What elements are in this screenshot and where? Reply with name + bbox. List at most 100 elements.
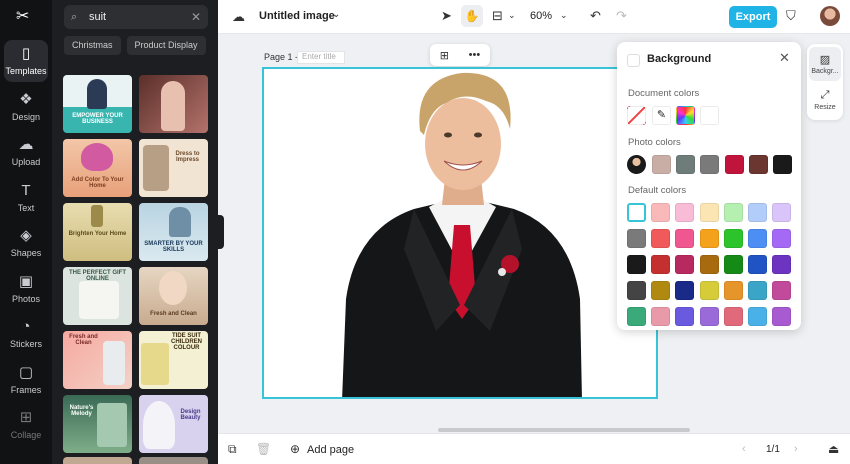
default-color-swatch[interactable] <box>675 281 695 300</box>
template-thumb[interactable]: SMARTER BY YOUR SKILLS <box>139 203 208 261</box>
default-color-swatch[interactable] <box>772 307 792 326</box>
default-color-swatch[interactable] <box>627 307 646 326</box>
template-thumb[interactable] <box>139 457 208 464</box>
default-color-swatch[interactable] <box>627 203 646 222</box>
document-color-swatch[interactable] <box>700 106 719 125</box>
photo-color-swatch[interactable] <box>748 155 768 174</box>
capcut-logo-icon[interactable]: ✂ <box>16 6 36 26</box>
default-color-swatch[interactable] <box>651 229 671 248</box>
default-color-swatch[interactable] <box>748 229 767 248</box>
template-thumb[interactable]: Fresh and Clean <box>63 331 132 389</box>
pages-panel-icon[interactable]: ⏏ <box>828 442 839 456</box>
default-color-swatch[interactable] <box>699 255 719 274</box>
chevron-down-icon[interactable]: ⌄ <box>560 10 568 21</box>
rail-item-text[interactable]: T Text <box>4 177 48 219</box>
color-picker-swatch[interactable] <box>676 106 695 125</box>
rail-item-templates[interactable]: ▯ Templates <box>4 40 48 82</box>
export-button[interactable]: Export <box>729 6 777 28</box>
select-pointer-icon[interactable]: ➤ <box>441 8 452 24</box>
photo-color-swatch[interactable] <box>773 155 792 174</box>
default-color-swatch[interactable] <box>772 229 792 248</box>
dock-item-resize[interactable]: ⤢ Resize <box>809 83 841 117</box>
default-color-swatch[interactable] <box>772 255 792 274</box>
template-thumb[interactable]: EMPOWER YOUR BUSINESS <box>63 75 132 133</box>
default-color-swatch[interactable] <box>699 307 719 326</box>
template-thumb[interactable]: TIDE SUIT CHILDREN COLOUR <box>139 331 208 389</box>
template-thumb[interactable]: Brighten Your Home <box>63 203 132 261</box>
default-color-swatch[interactable] <box>675 203 695 222</box>
no-color-swatch[interactable] <box>627 106 646 125</box>
add-image-icon[interactable]: ⊞ <box>440 49 449 62</box>
document-title[interactable]: Untitled image <box>259 10 335 22</box>
search-input[interactable]: suit <box>89 11 191 23</box>
close-icon[interactable]: ✕ <box>779 50 790 66</box>
default-color-swatch[interactable] <box>748 255 767 274</box>
default-color-swatch[interactable] <box>748 307 767 326</box>
photo-color-swatch[interactable] <box>676 155 696 174</box>
default-color-swatch[interactable] <box>699 281 719 300</box>
rail-item-collage[interactable]: ⊞ Collage <box>4 404 48 446</box>
chip-product-display[interactable]: Product Display <box>126 36 206 55</box>
prev-page-icon[interactable]: ‹ <box>742 443 746 455</box>
default-color-swatch[interactable] <box>627 281 646 300</box>
more-options-icon[interactable]: ••• <box>469 49 481 61</box>
next-page-icon[interactable]: › <box>794 443 798 455</box>
default-color-swatch[interactable] <box>772 281 792 300</box>
rail-item-design[interactable]: ❖ Design <box>4 86 48 128</box>
photo-color-swatch[interactable] <box>652 155 671 174</box>
chevron-down-icon[interactable]: ⌄ <box>332 9 340 20</box>
template-thumb[interactable]: Nature's Melody <box>63 395 132 453</box>
template-search[interactable]: ⌕ suit ✕ <box>64 5 208 29</box>
rail-item-stickers[interactable]: ◔ Stickers <box>4 313 48 355</box>
default-color-swatch[interactable] <box>651 203 671 222</box>
default-color-swatch[interactable] <box>699 229 719 248</box>
template-thumb[interactable] <box>139 75 208 133</box>
zoom-level[interactable]: 60% <box>530 10 552 22</box>
default-color-swatch[interactable] <box>675 229 695 248</box>
redo-icon[interactable]: ↷ <box>616 8 627 24</box>
default-color-swatch[interactable] <box>699 203 719 222</box>
default-color-swatch[interactable] <box>748 203 767 222</box>
undo-icon[interactable]: ↶ <box>590 8 601 24</box>
photo-thumbnail-swatch[interactable] <box>627 155 646 174</box>
default-color-swatch[interactable] <box>651 307 671 326</box>
design-canvas[interactable] <box>262 67 658 399</box>
default-color-swatch[interactable] <box>627 229 646 248</box>
default-color-swatch[interactable] <box>651 255 671 274</box>
rail-item-photos[interactable]: ▣ Photos <box>4 268 48 310</box>
avatar[interactable] <box>820 6 840 26</box>
default-color-swatch[interactable] <box>723 203 743 222</box>
photo-color-swatch[interactable] <box>724 155 744 174</box>
eyedropper-icon[interactable]: ✎ <box>652 106 671 125</box>
duplicate-page-icon[interactable]: ⧉ <box>228 442 237 457</box>
default-color-swatch[interactable] <box>772 203 792 222</box>
dock-item-background[interactable]: ▨ Backgr... <box>809 47 841 81</box>
page-title-input[interactable]: Enter title <box>297 51 345 64</box>
rail-item-shapes[interactable]: ◈ Shapes <box>4 222 48 264</box>
clear-search-icon[interactable]: ✕ <box>191 10 201 24</box>
layout-icon[interactable]: ⊟ <box>492 8 503 24</box>
default-color-swatch[interactable] <box>627 255 646 274</box>
template-thumb[interactable]: Dress to Impress <box>139 139 208 197</box>
template-thumb[interactable] <box>63 457 132 464</box>
default-color-swatch[interactable] <box>748 281 767 300</box>
default-color-swatch[interactable] <box>723 255 743 274</box>
add-page-icon[interactable]: ⊕ <box>290 442 300 456</box>
chevron-down-icon[interactable]: ⌄ <box>508 10 516 21</box>
cloud-save-icon[interactable]: ☁ <box>232 9 245 25</box>
collapse-panel-handle[interactable] <box>217 215 224 249</box>
default-color-swatch[interactable] <box>651 281 671 300</box>
trash-icon[interactable]: 🗑 <box>256 442 271 456</box>
default-color-swatch[interactable] <box>723 307 743 326</box>
rail-item-frames[interactable]: ▢ Frames <box>4 359 48 401</box>
default-color-swatch[interactable] <box>675 255 695 274</box>
default-color-swatch[interactable] <box>723 281 743 300</box>
horizontal-scrollbar[interactable] <box>438 428 690 432</box>
hand-tool-icon[interactable]: ✋ <box>461 5 483 27</box>
template-thumb[interactable]: Fresh and Clean <box>139 267 208 325</box>
shield-icon[interactable]: ⛉ <box>786 8 796 24</box>
add-page-button[interactable]: Add page <box>307 444 354 456</box>
template-thumb[interactable]: Design Beauty <box>139 395 208 453</box>
template-thumb[interactable]: Add Color To Your Home <box>63 139 132 197</box>
photo-color-swatch[interactable] <box>700 155 720 174</box>
